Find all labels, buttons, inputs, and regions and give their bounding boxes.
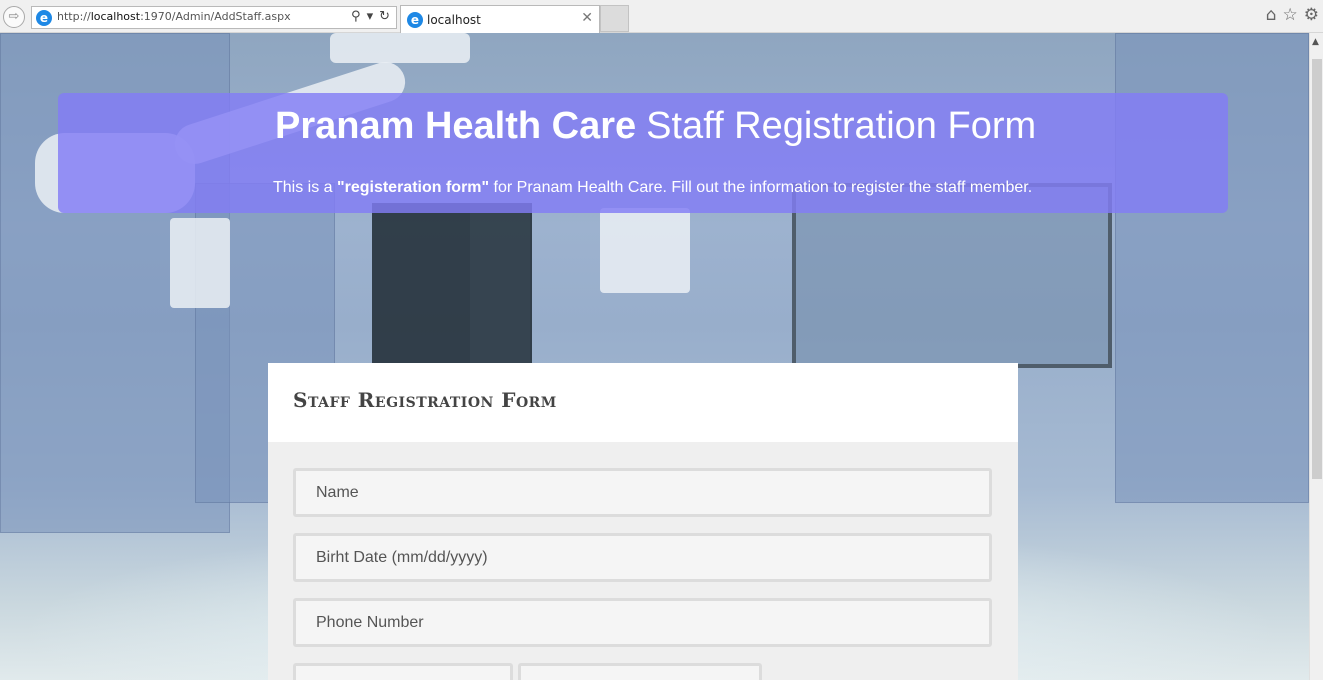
- tab-title: localhost: [427, 13, 481, 27]
- hero-banner: Pranam Health Care Staff Registration For…: [58, 93, 1228, 213]
- name-field[interactable]: [293, 468, 992, 517]
- browser-toolbar: ⇨ e http://localhost:1970/Admin/AddStaff…: [0, 0, 1323, 33]
- url-text[interactable]: http://localhost:1970/Admin/AddStaff.asp…: [57, 10, 291, 23]
- subtitle-pre: This is a: [273, 179, 338, 196]
- phone-number-field[interactable]: [293, 598, 992, 647]
- dropdown-icon[interactable]: ▾: [367, 9, 374, 24]
- tab-ie-icon: e: [407, 12, 423, 28]
- page-title: Pranam Health Care Staff Registration For…: [275, 105, 1036, 148]
- form-field-partial-left[interactable]: [293, 663, 513, 680]
- favorites-star-icon[interactable]: ☆: [1283, 5, 1298, 25]
- browser-right-tools: ⌂ ☆ ⚙: [1260, 5, 1319, 25]
- browser-tab[interactable]: e localhost ✕: [400, 5, 600, 33]
- birthdate-field[interactable]: [293, 533, 992, 582]
- home-icon[interactable]: ⌂: [1266, 5, 1277, 25]
- address-tools: ⚲ ▾ ↻: [345, 9, 390, 24]
- registration-form: Staff Registration Form: [268, 363, 1018, 680]
- close-icon[interactable]: ✕: [581, 10, 593, 26]
- page-subtitle: This is a "registeration form" for Prana…: [273, 179, 1032, 197]
- scrollbar-thumb[interactable]: [1312, 59, 1322, 479]
- ie-icon: e: [36, 10, 52, 26]
- refresh-icon[interactable]: ↻: [379, 9, 390, 24]
- back-arrow-icon[interactable]: ⇨: [3, 6, 25, 28]
- page-title-suffix: Staff Registration Form: [646, 105, 1037, 147]
- form-header: Staff Registration Form: [268, 363, 1018, 442]
- search-icon[interactable]: ⚲: [351, 9, 361, 24]
- vertical-scrollbar[interactable]: ▲: [1309, 33, 1323, 680]
- subtitle-post: for Pranam Health Care. Fill out the inf…: [489, 179, 1033, 196]
- settings-gear-icon[interactable]: ⚙: [1304, 5, 1319, 25]
- form-title: Staff Registration Form: [293, 388, 557, 412]
- address-bar[interactable]: e http://localhost:1970/Admin/AddStaff.a…: [31, 6, 397, 29]
- scroll-up-arrow-icon[interactable]: ▲: [1312, 37, 1319, 47]
- form-field-partial-right[interactable]: [518, 663, 762, 680]
- new-tab-button[interactable]: [600, 5, 629, 32]
- brand-name: Pranam Health Care: [275, 105, 637, 147]
- subtitle-emphasis: "registeration form": [337, 179, 490, 196]
- page-viewport: Pranam Health Care Staff Registration For…: [0, 33, 1309, 680]
